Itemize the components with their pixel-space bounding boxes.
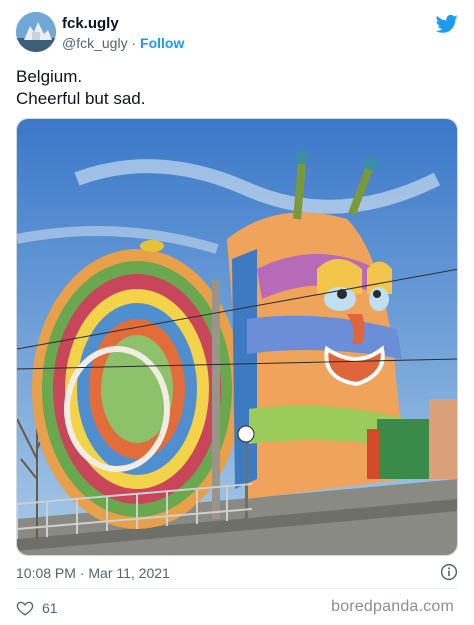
- watermark: boredpanda.com: [331, 598, 454, 615]
- tweet-text: Belgium. Cheerful but sad.: [16, 66, 456, 110]
- avatar[interactable]: [16, 12, 56, 52]
- like-button[interactable]: 61: [16, 597, 58, 619]
- handle[interactable]: @fck_ugly: [62, 35, 128, 51]
- tweet-text-line-2: Cheerful but sad.: [16, 89, 146, 108]
- heart-icon: [16, 601, 34, 616]
- tweet-photo[interactable]: [16, 118, 458, 556]
- snail-house-photo: [17, 119, 457, 555]
- tweet-text-line-1: Belgium.: [16, 67, 83, 86]
- handle-row: @fck_ugly · Follow: [62, 34, 184, 53]
- avatar-image: [16, 12, 56, 52]
- follow-button[interactable]: Follow: [140, 35, 184, 51]
- action-row: 61 boredpanda.com: [16, 597, 458, 619]
- like-count: 61: [42, 600, 58, 616]
- user-block: fck.ugly @fck_ugly · Follow: [62, 14, 184, 53]
- divider: [16, 588, 458, 589]
- tweet-meta: 10:08 PM · Mar 11, 2021: [16, 563, 458, 583]
- tweet-header: fck.ugly @fck_ugly · Follow: [16, 12, 460, 56]
- twitter-bird-icon[interactable]: [436, 14, 458, 34]
- display-name[interactable]: fck.ugly: [62, 14, 184, 33]
- separator: ·: [131, 35, 137, 51]
- info-icon[interactable]: [440, 563, 458, 581]
- timestamp[interactable]: 10:08 PM · Mar 11, 2021: [16, 565, 170, 581]
